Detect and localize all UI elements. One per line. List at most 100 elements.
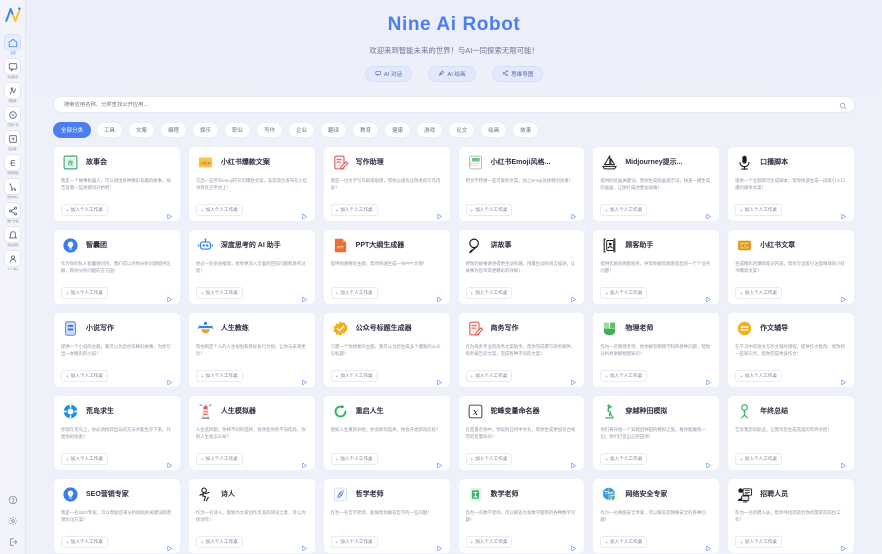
- app-card[interactable]: 物理老师 作为一名物理老师，给你解答物理学科的各种问题，帮你分析并讲解物理知识！ +…: [592, 312, 721, 388]
- app-card[interactable]: 作文辅导 在学习中的语文写作文辅导课程，提供作文批改、修改和一些知识点，帮你完成更…: [727, 312, 855, 388]
- play-icon[interactable]: [705, 539, 712, 551]
- sidebar-item-creation[interactable]: 创作中心: [1, 178, 25, 200]
- play-icon[interactable]: [840, 539, 847, 551]
- app-card[interactable]: 深度思考的 AI 助手 经过一轮多层推理，给你更深入全面的回答问题和思考过程！ + 加…: [187, 229, 316, 305]
- app-card[interactable]: 数学老师 作为一名数学老师，可以解答大家数学题目的各种数学问题！ + 加入个人工作桌: [457, 478, 586, 554]
- sidebar-item-home[interactable]: 主页: [1, 34, 25, 56]
- add-to-workspace-button[interactable]: + 加入个人工作桌: [61, 536, 108, 548]
- add-to-workspace-button[interactable]: + 加入个人工作桌: [465, 536, 513, 548]
- app-card[interactable]: x 驼峰变量命名器 在变量名称中，你说的任何中文名，帮你生成更加符合规范的变量命名！…: [457, 395, 586, 471]
- app-card[interactable]: 网络安全专家 作为一名网络安全专家，可以解答您网络安全的各种问题！ + 加入个人工作桌: [592, 478, 721, 554]
- gear-icon[interactable]: [5, 512, 22, 529]
- play-icon[interactable]: [840, 456, 847, 468]
- play-icon[interactable]: [705, 456, 712, 468]
- add-to-workspace-button[interactable]: + 加入个人工作桌: [600, 536, 648, 548]
- add-to-workspace-button[interactable]: + 加入个人工作桌: [735, 287, 783, 299]
- add-to-workspace-button[interactable]: + 加入个人工作桌: [600, 204, 648, 216]
- add-to-workspace-button[interactable]: + 加入个人工作桌: [465, 453, 513, 465]
- play-icon[interactable]: [166, 373, 173, 385]
- play-icon[interactable]: [570, 290, 577, 302]
- play-icon[interactable]: [301, 456, 308, 468]
- app-card[interactable]: 小说写作 提供一个小说的主题，我可以为您创作精彩故事，为你写出一本精彩的小说！ + 加…: [53, 312, 181, 388]
- tab-painting[interactable]: 绘画: [480, 122, 508, 138]
- play-icon[interactable]: [436, 456, 443, 468]
- play-icon[interactable]: [166, 456, 173, 468]
- app-card[interactable]: 穿越种田模拟 你们将开始一个穿越后种田的模拟之旅，看你能做到一切，你们打造自己的田…: [592, 395, 721, 471]
- add-to-workspace-button[interactable]: + 加入个人工作桌: [330, 204, 378, 216]
- add-to-workspace-button[interactable]: + 加入个人工作桌: [735, 453, 783, 465]
- tab-games[interactable]: 游戏: [416, 122, 444, 138]
- add-to-workspace-button[interactable]: + 加入个人工作桌: [735, 536, 783, 548]
- help-icon[interactable]: [5, 491, 22, 508]
- sidebar-item-share[interactable]: 推广分销: [1, 202, 25, 224]
- add-to-workspace-button[interactable]: + 加入个人工作桌: [330, 287, 378, 299]
- play-icon[interactable]: [570, 373, 577, 385]
- play-icon[interactable]: [436, 539, 443, 551]
- app-card[interactable]: Midjourney提示... 提供的绘画关键词，帮你生成绘画提示词，快速一键生成…: [592, 146, 721, 222]
- nine-ai-logo[interactable]: [0, 2, 26, 28]
- play-icon[interactable]: [166, 290, 173, 302]
- chip-ai-paint[interactable]: AI 绘画: [428, 66, 476, 82]
- app-card[interactable]: 小红书 小红书爆款文案 写出一些带有emoji符号的爆款文案，非常适合发布在小红书等…: [187, 146, 316, 222]
- play-icon[interactable]: [705, 207, 712, 219]
- play-icon[interactable]: [705, 373, 712, 385]
- tab-tools[interactable]: 工具: [96, 122, 124, 138]
- app-card[interactable]: PPT PPT大纲生成器 提供你想要的主题，帮你快速生成一份PPT大纲！ + 加入个人工…: [322, 229, 451, 305]
- play-icon[interactable]: [570, 207, 577, 219]
- logout-icon[interactable]: [5, 533, 22, 550]
- add-to-workspace-button[interactable]: + 加入个人工作桌: [330, 370, 378, 382]
- add-to-workspace-button[interactable]: + 加入个人工作桌: [195, 370, 243, 382]
- tab-thesis[interactable]: 论文: [448, 122, 476, 138]
- add-to-workspace-button[interactable]: + 加入个人工作桌: [61, 287, 108, 299]
- add-to-workspace-button[interactable]: + 加入个人工作桌: [735, 370, 783, 382]
- play-icon[interactable]: [570, 539, 577, 551]
- app-card[interactable]: 年终总结 告诉我您的职业，让我为您生成完美的年终总结！ + 加入个人工作桌: [727, 395, 855, 471]
- tab-translation[interactable]: 翻译: [320, 122, 348, 138]
- sidebar-item-mindmap[interactable]: 思维导图: [1, 154, 25, 176]
- app-card[interactable]: 人生教练 帮你制定个人的人生规划和目标执行计划，让你与未来更近！ + 加入个人工作桌: [187, 312, 316, 388]
- app-card[interactable]: 小红书 小红书文章 生成精彩的爆款笔记内容，帮你写出吸引注意眼球的小红书爆款文案！ +…: [727, 229, 855, 305]
- tab-entertainment[interactable]: 娱乐: [192, 122, 220, 138]
- add-to-workspace-button[interactable]: + 加入个人工作桌: [195, 536, 243, 548]
- search-icon[interactable]: [839, 97, 847, 110]
- tab-writing[interactable]: 写作: [256, 122, 284, 138]
- chip-ai-chat[interactable]: AI 对话: [364, 66, 413, 82]
- add-to-workspace-button[interactable]: + 加入个人工作桌: [61, 453, 108, 465]
- tab-enterprise[interactable]: 企业: [288, 122, 316, 138]
- add-to-workspace-button[interactable]: + 加入个人工作桌: [465, 204, 513, 216]
- app-card[interactable]: SEO营销专家 我是一名SEO专家，可以帮助您来分析网站的关键词和营销优化方案！ +…: [53, 478, 181, 554]
- sidebar-item-notifications[interactable]: 消息通知: [1, 226, 25, 248]
- play-icon[interactable]: [301, 290, 308, 302]
- play-icon[interactable]: [301, 539, 308, 551]
- app-card[interactable]: 荒岛求生 你现在荒岛上，你必须找到出岛的方法才能生存下来。开始你的探索！ + 加入个人…: [53, 395, 181, 471]
- search-input[interactable]: [53, 96, 855, 113]
- tab-copywriting[interactable]: 文案: [128, 122, 156, 138]
- play-icon[interactable]: [301, 207, 308, 219]
- add-to-workspace-button[interactable]: + 加入个人工作桌: [600, 453, 648, 465]
- app-card[interactable]: 故故事会 我是一个故事机器人，可以讲出各种精彩有趣的故事，快告诉我一些关键词开始吧…: [53, 146, 181, 222]
- add-to-workspace-button[interactable]: + 加入个人工作桌: [735, 204, 783, 216]
- add-to-workspace-button[interactable]: + 加入个人工作桌: [330, 536, 378, 548]
- play-icon[interactable]: [436, 373, 443, 385]
- play-icon[interactable]: [436, 290, 443, 302]
- add-to-workspace-button[interactable]: + 加入个人工作桌: [195, 204, 243, 216]
- add-to-workspace-button[interactable]: + 加入个人工作桌: [600, 370, 648, 382]
- sidebar-item-chat[interactable]: 对话助手: [1, 58, 25, 80]
- app-card[interactable]: 人生模拟器 人生选择题，你将不同的选择，会改变你的不同结局，你的人生会怎么样？ + 加…: [187, 395, 316, 471]
- play-icon[interactable]: [436, 207, 443, 219]
- app-card[interactable]: 诗人 作为一名诗人，能够为大家创作优美的诗词之意，可以为你创作！ + 加入个人工作桌: [187, 478, 316, 554]
- sidebar-item-agent[interactable]: 智能体: [1, 82, 25, 104]
- play-icon[interactable]: [570, 456, 577, 468]
- app-card[interactable]: 写作助理 我是一位文字写作助理助理，帮你公速优化改进的写作内容！ + 加入个人工作桌: [322, 146, 451, 222]
- app-card[interactable]: 哲学老师 作为一名哲学老师，能够帮你解答哲学的一些问题！ + 加入个人工作桌: [322, 478, 451, 554]
- add-to-workspace-button[interactable]: + 加入个人工作桌: [195, 453, 243, 465]
- sidebar-item-apps[interactable]: 应用广场: [1, 106, 25, 128]
- app-card[interactable]: 口播脚本 提供一个主题即可生成脚本，帮你快速生成一段吸引人口播的脚本文案！ + 加入个…: [727, 146, 855, 222]
- app-card[interactable]: 招聘人员 作为一名招聘人员，帮你寻找到适合你所需求的岗位工作！ + 加入个人工作桌: [727, 478, 855, 554]
- add-to-workspace-button[interactable]: + 加入个人工作桌: [61, 204, 108, 216]
- app-card[interactable]: 重启人生 假如人生重新开始，你会如何选择，你会开始新的历程？ + 加入个人工作桌: [322, 395, 451, 471]
- play-icon[interactable]: [301, 373, 308, 385]
- app-card[interactable]: 小红书Emoji风格... 把文字转换一些可爱的文案，加上Emoji风格特别效果！…: [457, 146, 586, 222]
- play-icon[interactable]: [166, 207, 173, 219]
- add-to-workspace-button[interactable]: + 加入个人工作桌: [195, 287, 243, 299]
